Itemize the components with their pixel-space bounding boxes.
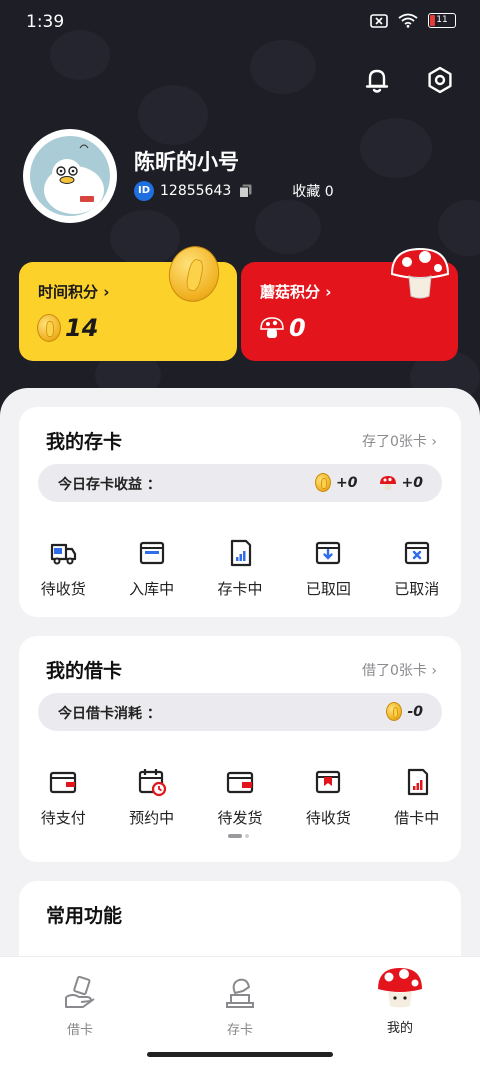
status-time: 1:39 xyxy=(26,12,65,32)
box-inbound-icon xyxy=(139,541,164,565)
sim-disabled-icon xyxy=(370,13,388,28)
wallet-icon xyxy=(50,771,77,794)
borrow-status-pending-payment[interactable]: 待支付 xyxy=(19,766,107,828)
borrow-hand-icon xyxy=(65,975,95,1008)
status-label: 入库中 xyxy=(129,580,175,598)
large-mushroom-icon xyxy=(390,247,450,299)
tab-label: 借卡 xyxy=(66,1023,93,1038)
mushroom-points-value: 0 xyxy=(289,314,306,342)
deposit-status-retrieved[interactable]: 已取回 xyxy=(284,537,372,599)
id-badge-icon: ID xyxy=(134,181,154,201)
profile-header: 1:39 11 陈昕的小号 ID 12855643 收藏 0 时间积分 › 14… xyxy=(0,0,480,430)
user-id: 12855643 xyxy=(160,183,232,199)
coin-icon xyxy=(37,314,61,342)
tab-label: 我的 xyxy=(386,1021,413,1036)
wifi-icon xyxy=(398,13,418,28)
tab-label: 存卡 xyxy=(226,1023,253,1038)
background-mushroom-pattern xyxy=(110,210,180,266)
calendar-clock-icon xyxy=(138,769,166,797)
battery-icon: 11 xyxy=(428,13,456,28)
common-functions-title: 常用功能 xyxy=(46,905,123,927)
tab-borrow[interactable]: 借卡 xyxy=(40,975,120,1038)
status-label: 已取回 xyxy=(305,580,351,598)
deposit-count-link[interactable]: 存了0张卡 › xyxy=(362,431,437,451)
card-signal-icon xyxy=(230,539,252,567)
nickname: 陈昕的小号 xyxy=(134,150,239,174)
settings-hexagon-icon[interactable] xyxy=(424,64,456,96)
status-label: 借卡中 xyxy=(394,809,440,827)
avatar-duck-illustration xyxy=(44,144,104,214)
borrow-count-link[interactable]: 借了0张卡 › xyxy=(362,660,437,680)
borrow-today-values: -0 xyxy=(386,702,423,721)
avatar[interactable] xyxy=(26,132,114,220)
background-mushroom-pattern xyxy=(138,85,208,145)
package-icon xyxy=(316,770,341,794)
time-points-value: 14 xyxy=(65,314,99,342)
tab-deposit[interactable]: 存卡 xyxy=(200,975,280,1038)
time-points-value-row: 14 xyxy=(37,314,98,342)
tab-mine[interactable]: 我的 xyxy=(360,968,440,1036)
status-label: 待收货 xyxy=(40,580,86,598)
home-indicator[interactable] xyxy=(147,1052,333,1057)
status-label: 待支付 xyxy=(40,809,86,827)
borrow-status-reserved[interactable]: 预约中 xyxy=(107,766,195,828)
page-indicator xyxy=(228,834,249,838)
status-label: 已取消 xyxy=(394,580,440,598)
user-id-row: ID 12855643 收藏 0 xyxy=(134,181,334,201)
deposit-status-cancelled[interactable]: 已取消 xyxy=(373,537,461,599)
borrow-status-pending-shipment[interactable]: 待发货 xyxy=(196,766,284,828)
deposit-status-pending-receipt[interactable]: 待收货 xyxy=(19,537,107,599)
copy-icon[interactable] xyxy=(239,184,252,198)
box-retrieved-icon xyxy=(316,541,341,565)
time-points-card[interactable]: 时间积分 › 14 xyxy=(19,241,237,361)
box-cancelled-icon xyxy=(404,541,429,565)
status-label: 待发货 xyxy=(217,809,263,827)
status-label: 存卡中 xyxy=(217,580,263,598)
truck-icon xyxy=(51,543,77,565)
deposit-mushroom-value: +0 xyxy=(401,474,423,491)
deposit-icon xyxy=(226,978,254,1008)
deposit-section: 我的存卡 存了0张卡 › 今日存卡收益 ： +0 +0 待收货 入库中 存卡中 … xyxy=(19,407,461,617)
borrow-section: 我的借卡 借了0张卡 › 今日借卡消耗 ： -0 待支付 预约中 待发货 待收货… xyxy=(19,636,461,862)
bottom-tab-bar: 借卡 存卡 我的 xyxy=(0,956,480,1067)
card-signal-icon xyxy=(407,768,428,796)
coin-icon xyxy=(315,473,332,492)
background-mushroom-pattern xyxy=(250,40,316,94)
borrow-coin-value: -0 xyxy=(407,703,423,720)
borrow-status-pending-receipt[interactable]: 待收货 xyxy=(284,766,372,828)
borrow-today-consumption: 今日借卡消耗 ： -0 xyxy=(38,693,442,731)
borrow-status-row: 待支付 预约中 待发货 待收货 借卡中 xyxy=(19,766,461,828)
borrow-status-borrowing[interactable]: 借卡中 xyxy=(373,766,461,828)
mushroom-points-card[interactable]: 蘑菇积分 › 0 xyxy=(241,247,458,361)
borrow-today-label: 今日借卡消耗 ： xyxy=(58,706,161,722)
favorites-count[interactable]: 收藏 0 xyxy=(292,181,333,201)
mushroom-avatar-icon xyxy=(378,968,422,1008)
mushroom-points-value-row: 0 xyxy=(259,314,306,342)
status-label: 待收货 xyxy=(305,809,351,827)
borrow-title: 我的借卡 xyxy=(46,660,123,682)
coin-icon xyxy=(386,702,403,721)
mushroom-points-label: 蘑菇积分 › xyxy=(260,283,332,301)
status-icons: 11 xyxy=(370,13,456,28)
deposit-status-inbound[interactable]: 入库中 xyxy=(107,537,195,599)
time-points-label: 时间积分 › xyxy=(38,283,110,301)
deposit-today-values: +0 +0 xyxy=(315,473,423,492)
deposit-coin-value: +0 xyxy=(336,474,358,491)
deposit-title: 我的存卡 xyxy=(46,431,123,453)
deposit-status-row: 待收货 入库中 存卡中 已取回 已取消 xyxy=(19,537,461,599)
deposit-status-storing[interactable]: 存卡中 xyxy=(196,537,284,599)
deposit-today-earnings: 今日存卡收益 ： +0 +0 xyxy=(38,464,442,502)
background-mushroom-pattern xyxy=(255,200,321,254)
battery-level: 11 xyxy=(436,15,448,25)
status-bar: 1:39 11 xyxy=(0,0,480,46)
deposit-today-label: 今日存卡收益 ： xyxy=(58,477,161,493)
mushroom-icon xyxy=(379,475,396,490)
bell-icon[interactable] xyxy=(361,64,393,96)
mushroom-icon xyxy=(260,317,284,338)
status-label: 预约中 xyxy=(129,809,175,827)
background-mushroom-pattern xyxy=(360,118,432,178)
wallet-ship-icon xyxy=(226,771,254,794)
